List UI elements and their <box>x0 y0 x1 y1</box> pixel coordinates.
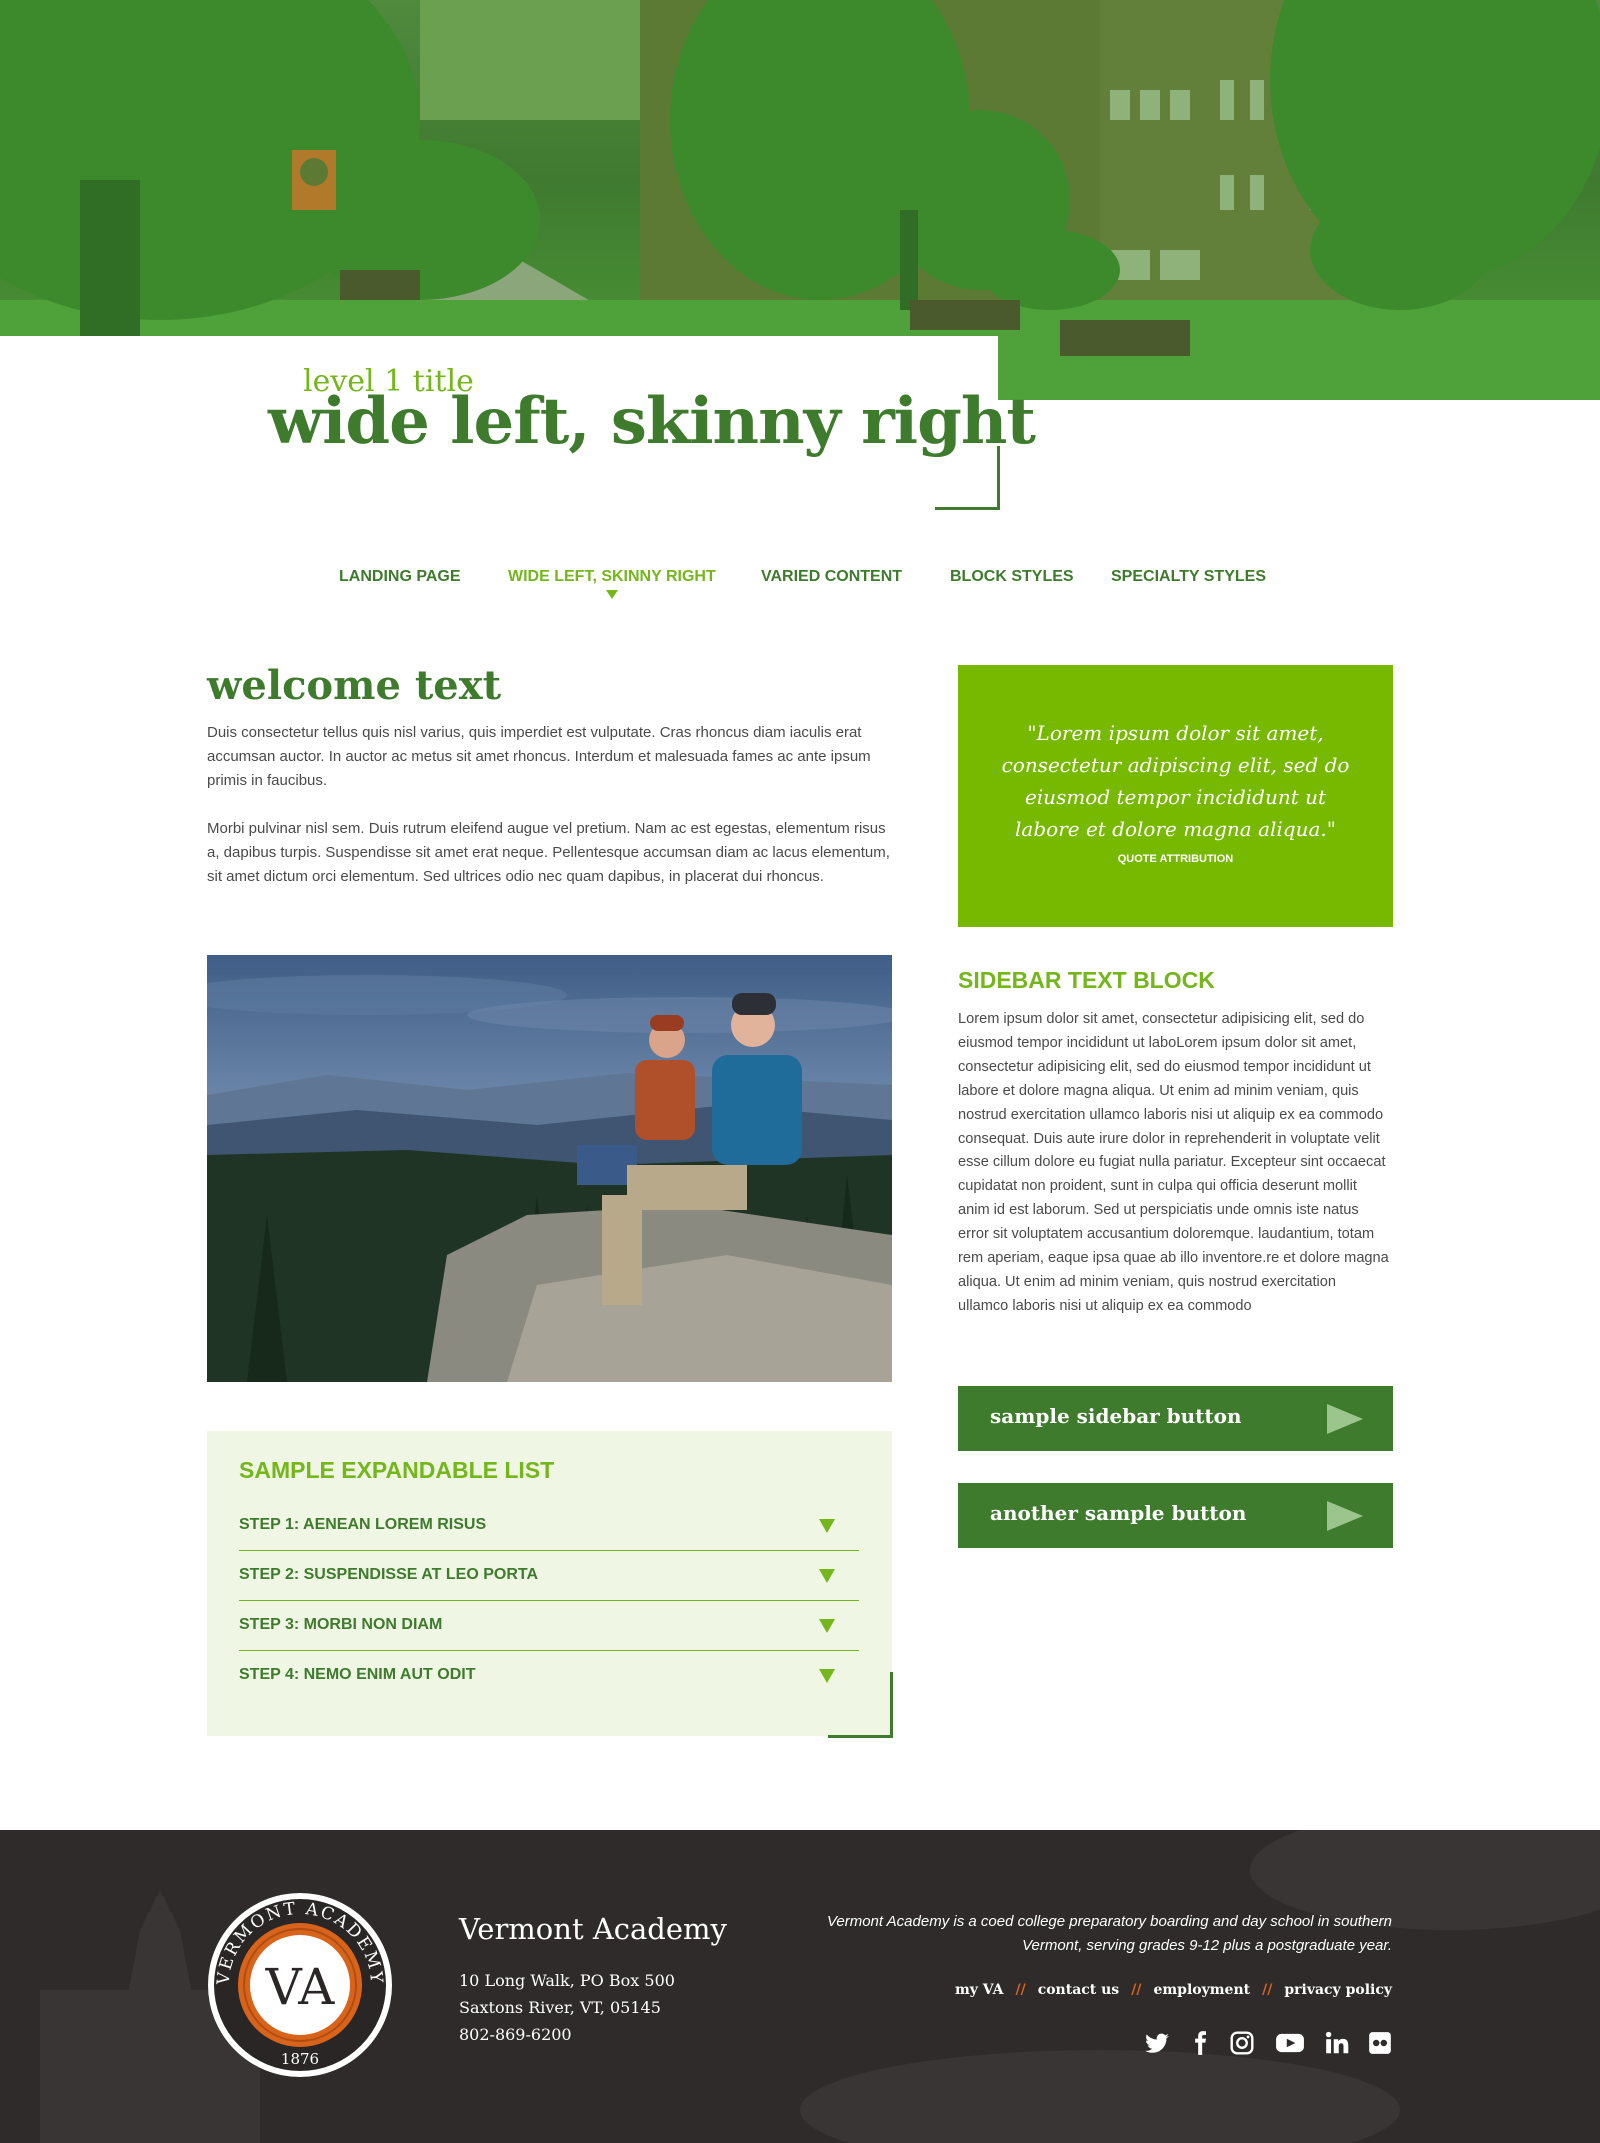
vermont-academy-seal-logo: VERMONT ACADEMY 1876 VA <box>208 1893 392 2077</box>
chevron-down-icon[interactable] <box>819 1569 835 1583</box>
footer-links: my VA // contact us // employment // privacy p… <box>955 1982 1392 1998</box>
welcome-heading: welcome text <box>207 662 502 709</box>
expandable-item[interactable]: STEP 1: AENEAN LOREM RISUS <box>239 1501 859 1551</box>
linkedin-icon[interactable] <box>1324 2030 1350 2056</box>
seal-year: 1876 <box>281 2050 319 2068</box>
footer-link-privacy-policy[interactable]: privacy policy <box>1284 1982 1392 1998</box>
quote-text: "Lorem ipsum dolor sit amet, consectetur… <box>1001 721 1350 841</box>
expandable-item-label: STEP 2: SUSPENDISSE AT LEO PORTA <box>239 1566 539 1583</box>
section-nav: LANDING PAGE WIDE LEFT, SKINNY RIGHT VAR… <box>0 568 1600 599</box>
button-label: another sample button <box>990 1501 1247 1525</box>
footer-school-name: Vermont Academy <box>459 1912 727 1946</box>
footer-link-employment[interactable]: employment <box>1153 1982 1250 1998</box>
expandable-item[interactable]: STEP 3: MORBI NON DIAM <box>239 1601 859 1651</box>
nav-item-varied-content[interactable]: VARIED CONTENT <box>761 568 902 586</box>
nav-item-label: LANDING PAGE <box>339 568 461 585</box>
footer-description: Vermont Academy is a coed college prepar… <box>826 1913 1392 1954</box>
footer-link-my-va[interactable]: my VA <box>955 1982 1003 1998</box>
sample-sidebar-button[interactable]: sample sidebar button <box>958 1386 1393 1451</box>
seal-monogram: VA <box>265 1958 336 2016</box>
another-sample-button[interactable]: another sample button <box>958 1483 1393 1548</box>
nav-item-wide-left-skinny-right[interactable]: WIDE LEFT, SKINNY RIGHT <box>508 568 716 599</box>
facebook-icon[interactable] <box>1187 2030 1213 2056</box>
nav-item-label: BLOCK STYLES <box>950 568 1074 585</box>
expandable-item-label: STEP 3: MORBI NON DIAM <box>239 1616 443 1633</box>
expandable-list-title: SAMPLE EXPANDABLE LIST <box>239 1457 555 1483</box>
title-corner-bracket-bottom <box>935 507 1000 510</box>
expandable-item[interactable]: STEP 4: NEMO ENIM AUT ODIT <box>239 1651 859 1701</box>
chevron-down-icon[interactable] <box>819 1619 835 1633</box>
link-separator: // <box>1262 1982 1273 1998</box>
nav-item-block-styles[interactable]: BLOCK STYLES <box>950 568 1074 586</box>
footer-address-line: 10 Long Walk, PO Box 500 <box>459 1971 675 1990</box>
youtube-icon[interactable] <box>1275 2030 1305 2056</box>
quote-attribution: QUOTE ATTRIBUTION <box>1117 853 1234 865</box>
sidebar-text-block-title: SIDEBAR TEXT BLOCK <box>958 967 1215 993</box>
nav-item-label: SPECIALTY STYLES <box>1111 568 1266 585</box>
flickr-icon[interactable] <box>1367 2030 1393 2056</box>
nav-item-label: VARIED CONTENT <box>761 568 903 585</box>
title-corner-bracket <box>997 446 1000 510</box>
sidebar-text-block: Lorem ipsum dolor sit amet, consectetur … <box>958 1011 1389 1314</box>
welcome-paragraph: Morbi pulvinar nisl sem. Duis rutrum ele… <box>207 820 890 885</box>
link-separator: // <box>1015 1982 1026 1998</box>
expandable-item-label: STEP 4: NEMO ENIM AUT ODIT <box>239 1666 476 1683</box>
arrow-right-icon <box>1327 1404 1363 1434</box>
expandable-list: SAMPLE EXPANDABLE LIST STEP 1: AENEAN LO… <box>207 1431 892 1736</box>
link-separator: // <box>1131 1982 1142 1998</box>
footer-phone[interactable]: 802-869-6200 <box>459 2025 572 2044</box>
hikers-photo <box>207 955 892 1382</box>
nav-item-label: WIDE LEFT, SKINNY RIGHT <box>508 568 716 585</box>
instagram-icon[interactable] <box>1229 2030 1255 2056</box>
arrow-right-icon <box>1327 1501 1363 1531</box>
chevron-down-icon[interactable] <box>819 1519 835 1533</box>
list-corner-bracket <box>890 1672 893 1738</box>
footer-link-contact-us[interactable]: contact us <box>1038 1982 1120 1998</box>
expandable-item-label: STEP 1: AENEAN LOREM RISUS <box>239 1516 487 1533</box>
button-label: sample sidebar button <box>990 1404 1242 1428</box>
chevron-down-icon[interactable] <box>819 1669 835 1683</box>
footer-address-line: Saxtons River, VT, 05145 <box>459 1998 661 2017</box>
list-corner-bracket-bottom <box>828 1735 893 1738</box>
welcome-paragraph: Duis consectetur tellus quis nisl varius… <box>207 724 871 789</box>
page-title: wide left, skinny right <box>268 384 1036 459</box>
expandable-item[interactable]: STEP 2: SUSPENDISSE AT LEO PORTA <box>239 1551 859 1601</box>
quote-block: "Lorem ipsum dolor sit amet, consectetur… <box>958 665 1393 927</box>
nav-item-specialty-styles[interactable]: SPECIALTY STYLES <box>1111 568 1266 586</box>
active-caret-icon <box>605 590 618 599</box>
twitter-icon[interactable] <box>1144 2030 1170 2056</box>
nav-item-landing-page[interactable]: LANDING PAGE <box>339 568 460 586</box>
